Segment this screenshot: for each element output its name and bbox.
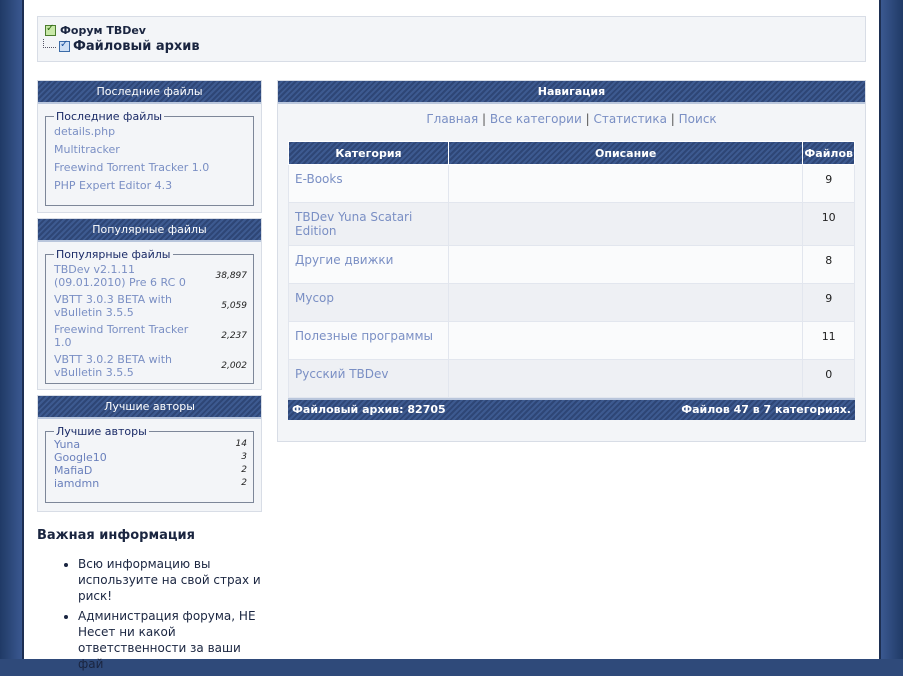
nav-link-statistics[interactable]: Статистика	[593, 112, 667, 126]
popular-file-count: 5,059	[221, 301, 247, 311]
category-description	[447, 245, 804, 284]
column-header-files: Файлов	[802, 141, 855, 165]
popular-file-count: 2,002	[221, 361, 247, 371]
latest-file-link[interactable]: PHP Expert Editor 4.3	[54, 177, 247, 195]
author-count: 2	[241, 465, 247, 475]
popular-file-link[interactable]: VBTT 3.0.2 BETA with vBulletin 3.5.5	[54, 353, 204, 379]
table-row: E-Books 9	[288, 164, 855, 203]
breadcrumb: Форум TBDev Файловый архив	[37, 16, 866, 62]
latest-files-legend: Последние файлы	[56, 110, 163, 123]
table-row: Мусор 9	[288, 283, 855, 322]
archive-total: Файловый архив: 82705	[292, 403, 446, 416]
navigation-panel: Навигация Главная | Все категории | Стат…	[277, 80, 866, 442]
popular-files-fieldset: Популярные файлы TBDev v2.1.11 (09.01.20…	[45, 248, 254, 384]
author-row: Google10 3	[54, 451, 247, 464]
popular-file-count: 38,897	[215, 271, 248, 281]
author-link[interactable]: Yuna	[54, 438, 80, 451]
nav-separator: |	[670, 112, 675, 126]
breadcrumb-root-label[interactable]: Форум TBDev	[60, 24, 146, 37]
important-info-list: Всю информацию вы используите на свой ст…	[64, 556, 268, 676]
important-info-title: Важная информация	[37, 528, 195, 543]
latest-file-link[interactable]: Freewind Torrent Tracker 1.0	[54, 159, 247, 177]
popular-file-count: 2,237	[221, 331, 247, 341]
latest-files-fieldset: Последние файлы details.php Multitracker…	[45, 110, 254, 206]
latest-file-link[interactable]: Multitracker	[54, 141, 247, 159]
category-link[interactable]: TBDev Yuna Scatari Edition	[288, 202, 449, 246]
archive-summary-bar: Файловый архив: 82705 Файлов 47 в 7 кате…	[288, 398, 855, 420]
table-row: Русский TBDev 0	[288, 359, 855, 398]
page-background-right	[881, 0, 903, 659]
nav-separator: |	[482, 112, 487, 126]
category-description	[447, 321, 804, 360]
popular-file-link[interactable]: Freewind Torrent Tracker 1.0	[54, 323, 204, 349]
table-header-row: Категория Описание Файлов	[288, 141, 855, 165]
author-row: iamdmn 2	[54, 477, 247, 490]
nav-separator: |	[585, 112, 590, 126]
author-link[interactable]: Google10	[54, 451, 107, 464]
category-file-count: 11	[802, 321, 855, 360]
category-link[interactable]: Другие движки	[288, 245, 449, 284]
author-count: 3	[241, 452, 247, 462]
archive-file-summary: Файлов 47 в 7 категориях.	[681, 403, 851, 416]
breadcrumb-current: Файловый архив	[43, 39, 200, 54]
top-authors-legend: Лучшие авторы	[56, 425, 147, 438]
category-link[interactable]: E-Books	[288, 164, 449, 203]
table-row: Другие движки 8	[288, 245, 855, 284]
popular-file-row: Freewind Torrent Tracker 1.0 2,237	[54, 321, 247, 351]
category-description	[447, 202, 804, 246]
popular-file-row: VBTT 3.0.3 BETA with vBulletin 3.5.5 5,0…	[54, 291, 247, 321]
category-link[interactable]: Полезные программы	[288, 321, 449, 360]
category-file-count: 9	[802, 283, 855, 322]
category-link[interactable]: Мусор	[288, 283, 449, 322]
category-file-count: 10	[802, 202, 855, 246]
page-container: Форум TBDev Файловый архив Последние фай…	[22, 0, 881, 671]
top-authors-panel: Лучшие авторы Лучшие авторы Yuna 14 Goog…	[37, 395, 262, 512]
popular-files-panel: Популярные файлы Популярные файлы TBDev …	[37, 218, 262, 390]
popular-file-link[interactable]: TBDev v2.1.11 (09.01.2010) Pre 6 RC 0	[54, 263, 204, 289]
category-description	[447, 283, 804, 322]
author-count: 14	[235, 439, 247, 449]
breadcrumb-root[interactable]: Форум TBDev	[45, 23, 146, 37]
categories-table: Категория Описание Файлов E-Books 9 TBDe…	[288, 141, 855, 398]
table-row: Полезные программы 11	[288, 321, 855, 360]
popular-file-row: VBTT 3.0.2 BETA with vBulletin 3.5.5 2,0…	[54, 351, 247, 381]
author-row: Yuna 14	[54, 438, 247, 451]
navigation-links: Главная | Все категории | Статистика | П…	[278, 112, 865, 126]
top-authors-header: Лучшие авторы	[38, 396, 261, 419]
checkbox-icon	[45, 23, 56, 36]
popular-file-row: TBDev v2.1.11 (09.01.2010) Pre 6 RC 0 38…	[54, 261, 247, 291]
author-row: MafiaD 2	[54, 464, 247, 477]
author-count: 2	[241, 478, 247, 488]
latest-files-header: Последние файлы	[38, 81, 261, 104]
latest-file-link[interactable]: details.php	[54, 123, 247, 141]
column-header-category: Категория	[288, 141, 449, 165]
important-info-item: Всю информацию вы используите на свой ст…	[78, 556, 268, 604]
category-file-count: 8	[802, 245, 855, 284]
popular-file-link[interactable]: VBTT 3.0.3 BETA with vBulletin 3.5.5	[54, 293, 204, 319]
checkbox-icon	[59, 39, 70, 52]
tree-connector-icon	[43, 39, 56, 48]
category-file-count: 9	[802, 164, 855, 203]
author-link[interactable]: iamdmn	[54, 477, 99, 490]
table-row: TBDev Yuna Scatari Edition 10	[288, 202, 855, 246]
page-background-left	[0, 0, 22, 659]
popular-files-legend: Популярные файлы	[56, 248, 171, 261]
nav-link-all-categories[interactable]: Все категории	[490, 112, 582, 126]
categories-table-wrapper: Категория Описание Файлов E-Books 9 TBDe…	[288, 141, 855, 420]
category-description	[447, 359, 804, 398]
navigation-header: Навигация	[278, 81, 865, 104]
latest-files-panel: Последние файлы Последние файлы details.…	[37, 80, 262, 213]
breadcrumb-current-label: Файловый архив	[73, 39, 200, 54]
popular-files-header: Популярные файлы	[38, 219, 261, 242]
category-link[interactable]: Русский TBDev	[288, 359, 449, 398]
nav-link-home[interactable]: Главная	[426, 112, 478, 126]
nav-link-search[interactable]: Поиск	[679, 112, 717, 126]
important-info-item: Администрация форума, НЕ Несет ни какой …	[78, 608, 268, 672]
author-link[interactable]: MafiaD	[54, 464, 92, 477]
column-header-description: Описание	[447, 141, 804, 165]
category-description	[447, 164, 804, 203]
top-authors-fieldset: Лучшие авторы Yuna 14 Google10 3 MafiaD …	[45, 425, 254, 503]
category-file-count: 0	[802, 359, 855, 398]
